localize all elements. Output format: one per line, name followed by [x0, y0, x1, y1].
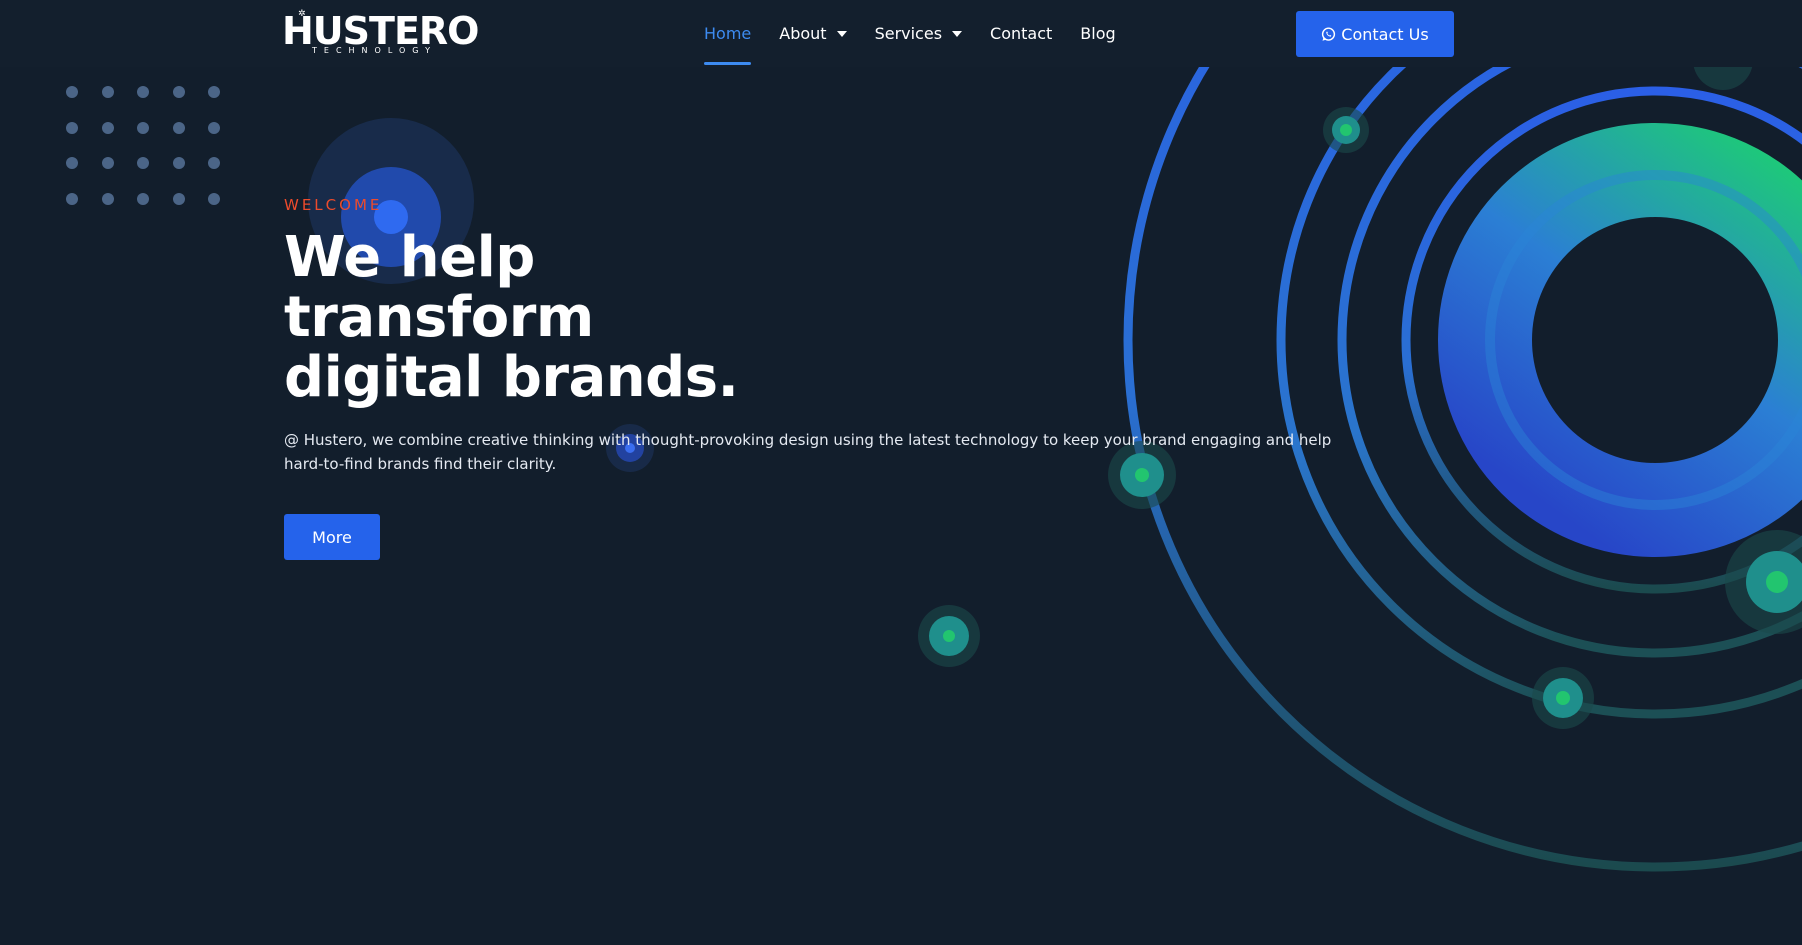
- nav-item-label: Home: [704, 24, 752, 43]
- headline-line: digital brands.: [284, 345, 739, 410]
- whatsapp-icon: [1321, 27, 1336, 42]
- contact-us-label: Contact Us: [1341, 24, 1429, 44]
- contact-us-button[interactable]: Contact Us: [1296, 11, 1454, 57]
- nav-item-label: About: [779, 24, 827, 43]
- more-button[interactable]: More: [284, 514, 380, 560]
- brand-logo[interactable]: ✲ HUSTERO TECHNOLOGY: [282, 8, 479, 58]
- hero-section: WELCOME We help transform digital brands…: [284, 196, 1344, 560]
- hero-eyebrow: WELCOME: [284, 196, 383, 214]
- chevron-down-icon: [952, 30, 963, 37]
- headline-line: transform: [284, 285, 594, 350]
- chevron-down-icon: [836, 30, 847, 37]
- nav-item-label: Contact: [990, 24, 1053, 43]
- main-nav: Home About Services Contact Blog: [704, 0, 1144, 67]
- nav-item-services[interactable]: Services: [874, 0, 963, 67]
- nav-item-label: Services: [874, 24, 943, 43]
- hero-description: @ Hustero, we combine creative thinking …: [284, 431, 1332, 473]
- nav-item-blog[interactable]: Blog: [1080, 0, 1115, 67]
- hero-headline: We help transform digital brands.: [284, 228, 1344, 408]
- headline-line: We help: [284, 225, 535, 290]
- nav-item-about[interactable]: About: [779, 0, 847, 67]
- landing-page: ✲ HUSTERO TECHNOLOGY Home About Services…: [0, 0, 1802, 945]
- nav-item-label: Blog: [1080, 24, 1116, 43]
- brand-tagline: TECHNOLOGY: [312, 46, 437, 55]
- site-header: ✲ HUSTERO TECHNOLOGY Home About Services…: [0, 0, 1802, 67]
- nav-item-contact[interactable]: Contact: [990, 0, 1052, 67]
- nav-item-home[interactable]: Home: [704, 0, 752, 67]
